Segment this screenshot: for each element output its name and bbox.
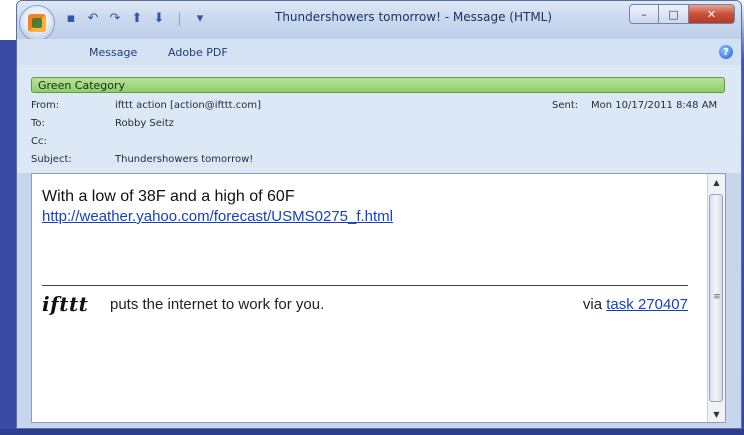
to-label: To: bbox=[31, 118, 45, 129]
office-button[interactable] bbox=[19, 5, 55, 41]
save-icon[interactable]: ▪ bbox=[63, 11, 79, 27]
next-item-icon[interactable]: ⬇ bbox=[151, 11, 167, 27]
customize-icon[interactable]: ▾ bbox=[192, 11, 208, 27]
message-header: Green Category From: ifttt action [actio… bbox=[17, 65, 741, 173]
tagline: puts the internet to work for you. bbox=[110, 296, 325, 313]
scroll-up-icon[interactable]: ▲ bbox=[708, 174, 725, 190]
maximize-button[interactable]: □ bbox=[659, 4, 689, 24]
help-icon[interactable]: ? bbox=[719, 45, 733, 59]
message-window: ▪ ↶ ↷ ⬆ ⬇ ▾ Thundershowers tomorrow! - M… bbox=[16, 0, 742, 429]
vertical-scrollbar[interactable]: ▲ ≡ ▼ bbox=[707, 174, 725, 422]
tab-adobe-pdf[interactable]: Adobe PDF bbox=[168, 46, 228, 59]
redo-icon[interactable]: ↷ bbox=[107, 11, 123, 27]
subject-label: Subject: bbox=[31, 154, 72, 165]
divider bbox=[42, 285, 688, 286]
undo-icon[interactable]: ↶ bbox=[85, 11, 101, 27]
ribbon-tab-bar: Message Adobe PDF ? bbox=[17, 39, 741, 66]
close-button[interactable]: ✕ bbox=[689, 4, 735, 24]
message-body[interactable]: With a low of 38F and a high of 60F http… bbox=[31, 173, 726, 423]
via-task: via task 270407 bbox=[583, 296, 688, 313]
subject-value: Thundershowers tomorrow! bbox=[115, 154, 254, 165]
scroll-down-icon[interactable]: ▼ bbox=[708, 406, 725, 422]
minimize-button[interactable]: – bbox=[629, 4, 659, 24]
via-label: via bbox=[582, 296, 607, 313]
toolbar-divider bbox=[179, 12, 180, 26]
desktop-background-bottom bbox=[0, 429, 744, 435]
office-logo-icon bbox=[28, 14, 46, 32]
body-text: With a low of 38F and a high of 60F bbox=[42, 188, 295, 205]
tab-message[interactable]: Message bbox=[89, 46, 137, 59]
from-value[interactable]: ifttt action [action@ifttt.com] bbox=[115, 100, 261, 111]
ifttt-logo: ifttt bbox=[42, 292, 89, 316]
sent-label: Sent: bbox=[552, 100, 579, 111]
cc-label: Cc: bbox=[31, 136, 47, 147]
to-value[interactable]: Robby Seitz bbox=[115, 118, 174, 129]
forecast-link[interactable]: http://weather.yahoo.com/forecast/USMS02… bbox=[42, 208, 393, 225]
category-banner[interactable]: Green Category bbox=[31, 77, 725, 93]
from-label: From: bbox=[31, 100, 60, 111]
sent-value: Mon 10/17/2011 8:48 AM bbox=[591, 100, 718, 111]
grip-icon: ≡ bbox=[713, 292, 721, 302]
task-link[interactable]: task 270407 bbox=[606, 296, 688, 313]
title-bar[interactable]: ▪ ↶ ↷ ⬆ ⬇ ▾ Thundershowers tomorrow! - M… bbox=[17, 1, 741, 41]
window-title: Thundershowers tomorrow! - Message (HTML… bbox=[275, 10, 553, 24]
quick-access-toolbar: ▪ ↶ ↷ ⬆ ⬇ ▾ bbox=[63, 9, 208, 29]
window-controls: – □ ✕ bbox=[629, 4, 735, 24]
previous-item-icon[interactable]: ⬆ bbox=[129, 11, 145, 27]
scroll-thumb[interactable]: ≡ bbox=[709, 194, 723, 402]
